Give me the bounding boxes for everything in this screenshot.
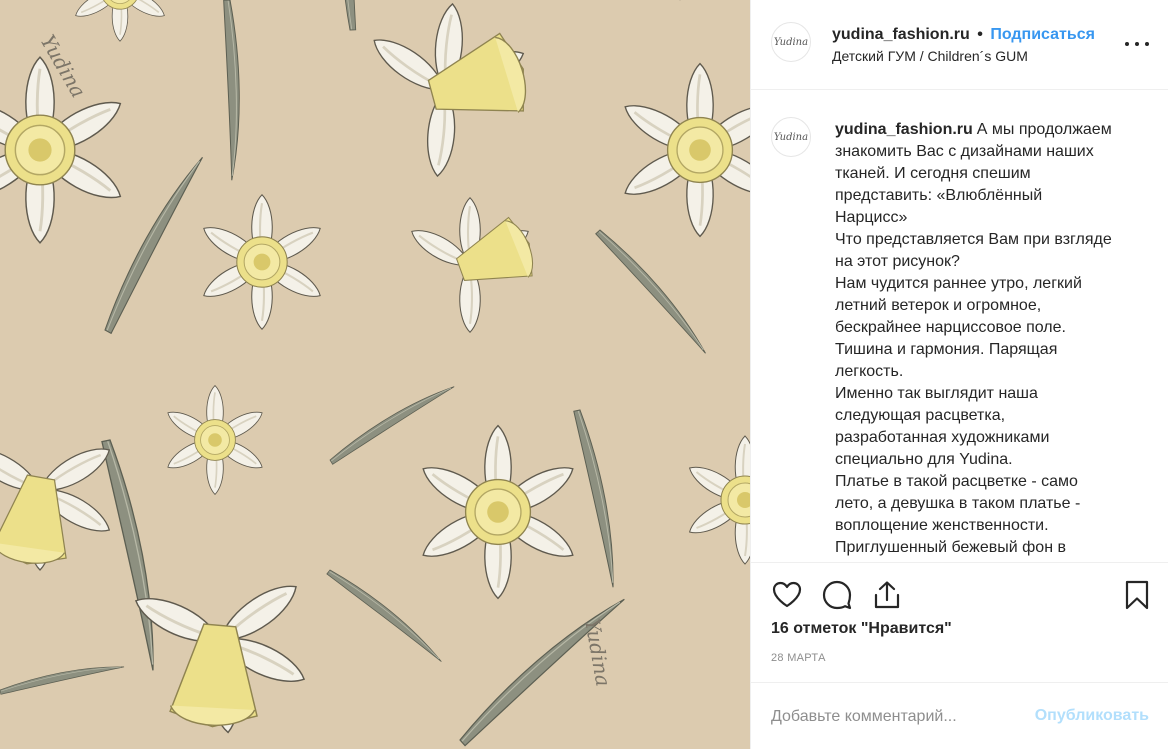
- caption-line: специально для Yudina.: [835, 451, 1013, 468]
- caption-line: Платье в такой расцветке - само: [835, 473, 1078, 490]
- post-side-panel: Yudina yudina_fashion.ru • Подписаться Д…: [750, 0, 1168, 749]
- header-text: yudina_fashion.ru • Подписаться Детский …: [832, 25, 1122, 65]
- comments-section[interactable]: Yudina yudina_fashion.ru А мы продолжаем …: [751, 91, 1168, 561]
- location-link[interactable]: Детский ГУМ / Children´s GUM: [832, 47, 1122, 65]
- caption-line: Что представляется Вам при взгляде: [835, 231, 1112, 248]
- caption-line: Тишина и гармония. Парящая: [835, 341, 1058, 358]
- post-header: Yudina yudina_fashion.ru • Подписаться Д…: [751, 0, 1168, 90]
- post-actions: 16 отметок "Нравится" 28 МАРТА: [751, 562, 1168, 682]
- heart-icon[interactable]: [771, 579, 803, 611]
- caption-line: yudina_fashion.ru А мы продолжаем: [835, 121, 1112, 138]
- share-icon[interactable]: [871, 579, 903, 611]
- comment-input[interactable]: [771, 703, 1031, 731]
- caption-line: Именно так выглядит наша: [835, 385, 1038, 402]
- caption-line: разработанная художниками: [835, 429, 1050, 446]
- caption-avatar[interactable]: Yudina: [771, 117, 811, 157]
- publish-button[interactable]: Опубликовать: [1035, 707, 1149, 725]
- caption-line: легкость.: [835, 363, 904, 380]
- caption-avatar-logo-text: Yudina: [773, 131, 809, 143]
- more-options-icon[interactable]: [1125, 36, 1149, 52]
- header-first-line: yudina_fashion.ru • Подписаться: [832, 25, 1122, 45]
- caption-line: представить: «Влюблённый: [835, 187, 1043, 204]
- post-image[interactable]: Yudina Yudina: [0, 0, 750, 749]
- caption-line: тканей. И сегодня спешим: [835, 165, 1031, 182]
- caption-username-link[interactable]: yudina_fashion.ru: [835, 121, 973, 138]
- bookmark-icon[interactable]: [1121, 579, 1153, 611]
- comment-icon[interactable]: [821, 579, 853, 611]
- caption-line: следующая расцветка,: [835, 407, 1006, 424]
- caption-line: бескрайнее нарциссовое поле.: [835, 319, 1066, 336]
- avatar-logo-text: Yudina: [773, 36, 809, 48]
- caption-line: Приглушенный бежевый фон в: [835, 539, 1066, 556]
- avatar[interactable]: Yudina: [771, 22, 811, 62]
- caption-line: летний ветерок и огромное,: [835, 297, 1042, 314]
- likes-count[interactable]: 16 отметок "Нравится": [771, 620, 952, 638]
- caption-line: лето, а девушка в таком платье -: [835, 495, 1081, 512]
- caption-line: Нам чудится раннее утро, легкий: [835, 275, 1082, 292]
- follow-button[interactable]: Подписаться: [990, 26, 1095, 43]
- username-link[interactable]: yudina_fashion.ru: [832, 26, 970, 43]
- caption-line: воплощение женственности.: [835, 517, 1049, 534]
- add-comment-bar: Опубликовать: [751, 682, 1168, 749]
- post-caption: yudina_fashion.ru А мы продолжаем знакоми…: [835, 119, 1140, 559]
- caption-line: Нарцисс»: [835, 209, 908, 226]
- caption-line: на этот рисунок?: [835, 253, 960, 270]
- post-date[interactable]: 28 МАРТА: [771, 652, 826, 664]
- daffodil-pattern-illustration: Yudina Yudina: [0, 0, 750, 749]
- caption-line: знакомить Вас с дизайнами наших: [835, 143, 1094, 160]
- separator-dot: •: [977, 26, 983, 43]
